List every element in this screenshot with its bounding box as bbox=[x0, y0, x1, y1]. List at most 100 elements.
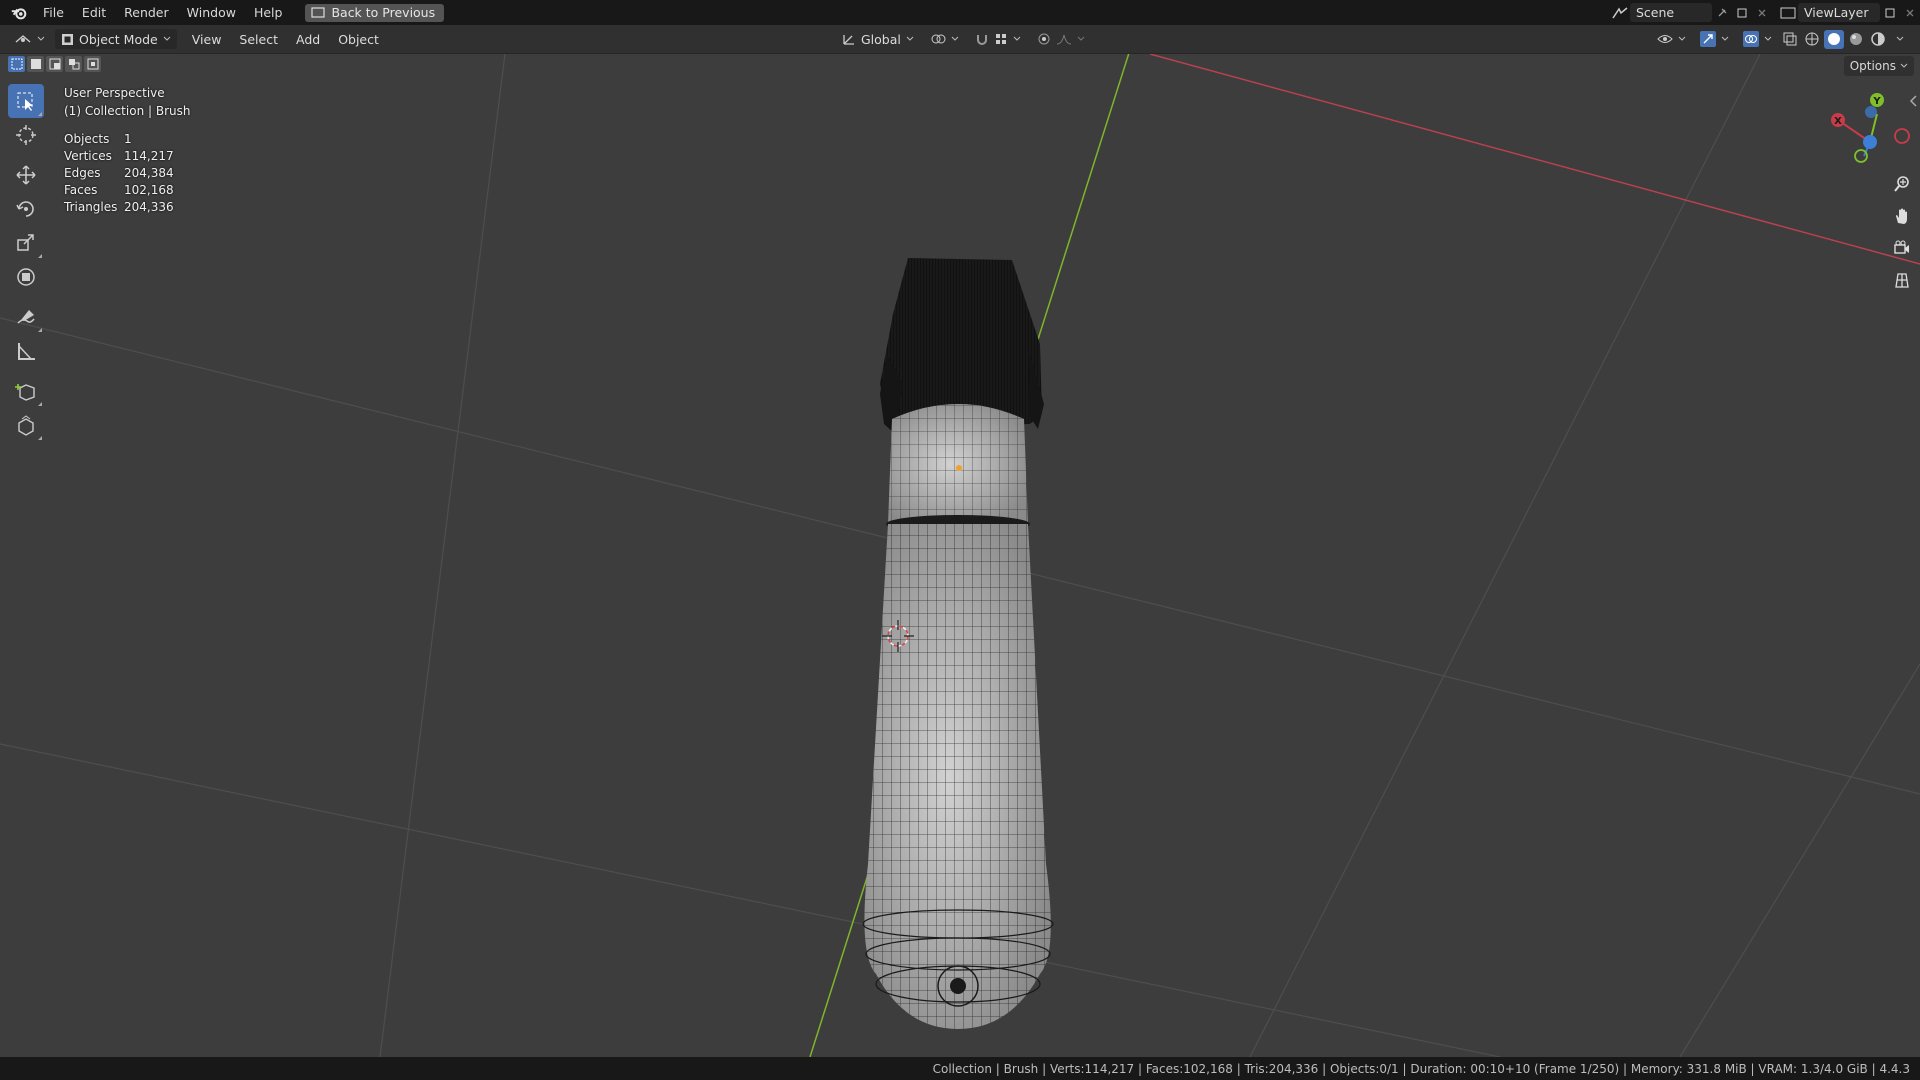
stat-row: Vertices 114,217 bbox=[64, 149, 190, 166]
rotate-tool[interactable] bbox=[8, 192, 44, 226]
measure-tool[interactable] bbox=[8, 334, 44, 368]
scene-field[interactable]: Scene bbox=[1630, 3, 1712, 22]
transform-tool[interactable] bbox=[8, 260, 44, 294]
editor-type-dropdown[interactable] bbox=[8, 29, 51, 49]
header-menu-select[interactable]: Select bbox=[230, 32, 287, 47]
solid-shading-icon[interactable] bbox=[1824, 29, 1844, 49]
pin-scene-icon[interactable] bbox=[1712, 3, 1732, 22]
blender-logo-icon[interactable] bbox=[10, 4, 28, 22]
stat-label: Objects bbox=[64, 132, 110, 146]
menu-edit[interactable]: Edit bbox=[73, 0, 115, 25]
collection-label: (1) Collection | Brush bbox=[64, 104, 191, 118]
menu-help[interactable]: Help bbox=[245, 0, 292, 25]
delete-view-layer-icon[interactable] bbox=[1900, 3, 1920, 22]
stat-value: 204,384 bbox=[124, 166, 174, 180]
chevron-down-icon bbox=[1678, 36, 1686, 41]
header-menu-add[interactable]: Add bbox=[287, 32, 329, 47]
delete-scene-icon[interactable] bbox=[1752, 3, 1772, 22]
stat-value: 1 bbox=[124, 132, 132, 146]
chevron-down-icon bbox=[1721, 36, 1729, 41]
select-intersect-icon[interactable] bbox=[84, 56, 101, 72]
overlays-dropdown[interactable] bbox=[1737, 29, 1778, 49]
sidebar-toggle-arrow-icon[interactable] bbox=[1908, 94, 1918, 108]
viewport-canvas bbox=[0, 54, 1920, 1057]
stat-label: Faces bbox=[64, 183, 98, 197]
chevron-down-icon bbox=[951, 36, 959, 41]
snap-grid-icon bbox=[995, 34, 1006, 44]
pivot-point-dropdown[interactable] bbox=[924, 29, 965, 49]
neg-y-axis-ball[interactable] bbox=[1854, 149, 1868, 163]
snapping-controls[interactable] bbox=[969, 29, 1027, 49]
header-menu-object[interactable]: Object bbox=[329, 32, 388, 47]
status-info: Collection | Brush | Verts:114,217 | Fac… bbox=[932, 1061, 1910, 1076]
menu-render[interactable]: Render bbox=[115, 0, 178, 25]
camera-view-button[interactable] bbox=[1888, 234, 1916, 262]
back-to-previous-label: Back to Previous bbox=[331, 5, 436, 20]
select-subtract-icon[interactable] bbox=[46, 56, 63, 72]
select-new-icon[interactable] bbox=[8, 56, 25, 72]
magnet-icon bbox=[976, 35, 987, 45]
new-scene-icon[interactable] bbox=[1732, 3, 1752, 22]
gizmo-dropdown[interactable] bbox=[1694, 29, 1735, 49]
select-extend-icon[interactable] bbox=[27, 56, 44, 72]
rendered-shading-icon[interactable] bbox=[1868, 30, 1888, 49]
scale-icon bbox=[17, 234, 34, 251]
xray-toggle-icon[interactable] bbox=[1780, 30, 1800, 49]
shading-options-chevron-icon[interactable] bbox=[1890, 30, 1910, 49]
stat-value: 102,168 bbox=[124, 183, 174, 197]
3d-viewport[interactable] bbox=[0, 54, 1920, 1057]
select-invert-icon[interactable] bbox=[65, 56, 82, 72]
camera-icon bbox=[1894, 240, 1909, 254]
move-icon bbox=[16, 165, 36, 185]
stat-row: Faces 102,168 bbox=[64, 183, 190, 200]
zoom-button[interactable] bbox=[1888, 170, 1916, 198]
scene-selector-icon[interactable] bbox=[1610, 3, 1630, 22]
viewport-text-info: User Perspective (1) Collection | Brush … bbox=[64, 86, 190, 217]
stat-row: Objects 1 bbox=[64, 132, 190, 149]
cursor-tool[interactable] bbox=[8, 118, 44, 152]
view-name: User Perspective bbox=[64, 86, 165, 100]
chevron-down-icon bbox=[37, 36, 45, 41]
mode-dropdown[interactable]: Object Mode bbox=[55, 29, 177, 49]
menu-window[interactable]: Window bbox=[178, 0, 245, 25]
z-axis-ball[interactable] bbox=[1865, 106, 1877, 118]
visibility-dropdown[interactable] bbox=[1651, 29, 1692, 49]
x-axis-line bbox=[1149, 54, 1920, 265]
extrude-tool[interactable] bbox=[8, 408, 44, 442]
view-layer-selector-icon[interactable] bbox=[1778, 3, 1798, 22]
chevron-down-icon bbox=[906, 36, 914, 41]
view-layer-field[interactable]: ViewLayer bbox=[1798, 3, 1880, 22]
transform-icon bbox=[17, 268, 35, 286]
stat-label: Edges bbox=[64, 166, 101, 180]
pan-button[interactable] bbox=[1888, 202, 1916, 230]
wireframe-shading-icon[interactable] bbox=[1802, 30, 1822, 49]
menu-file[interactable]: File bbox=[34, 0, 73, 25]
neg-z-axis-ball[interactable] bbox=[1863, 135, 1877, 149]
stat-value: 114,217 bbox=[124, 149, 174, 163]
select-box-tool[interactable] bbox=[8, 84, 44, 118]
add-cube-tool[interactable] bbox=[8, 374, 44, 408]
options-dropdown[interactable]: Options bbox=[1843, 56, 1914, 76]
scale-tool[interactable] bbox=[8, 226, 44, 260]
new-view-layer-icon[interactable] bbox=[1880, 3, 1900, 22]
scene-statistics: Objects 1 Vertices 114,217 Edges 204,384… bbox=[64, 132, 190, 217]
orientation-label: Global bbox=[861, 31, 901, 47]
header-menu-view[interactable]: View bbox=[183, 32, 231, 47]
options-label: Options bbox=[1849, 59, 1896, 73]
back-to-previous-button[interactable]: Back to Previous bbox=[305, 3, 445, 22]
annotate-tool[interactable] bbox=[8, 300, 44, 334]
overlays-icon bbox=[1743, 31, 1759, 47]
material-preview-shading-icon[interactable] bbox=[1846, 30, 1866, 49]
transform-orientation-dropdown[interactable]: Global bbox=[836, 29, 920, 49]
cursor-icon bbox=[16, 125, 36, 145]
navigation-gizmo[interactable]: X Y bbox=[1824, 86, 1914, 176]
perspective-toggle-button[interactable] bbox=[1888, 266, 1916, 294]
hand-icon bbox=[1896, 208, 1907, 224]
gizmo-icon bbox=[1700, 31, 1716, 47]
move-tool[interactable] bbox=[8, 158, 44, 192]
chevron-down-icon bbox=[1013, 36, 1021, 41]
neg-x-axis-ball[interactable] bbox=[1894, 128, 1910, 144]
proportional-editing-controls[interactable] bbox=[1031, 29, 1091, 49]
transform-controls: Global bbox=[836, 29, 1091, 49]
mode-label: Object Mode bbox=[79, 31, 158, 47]
